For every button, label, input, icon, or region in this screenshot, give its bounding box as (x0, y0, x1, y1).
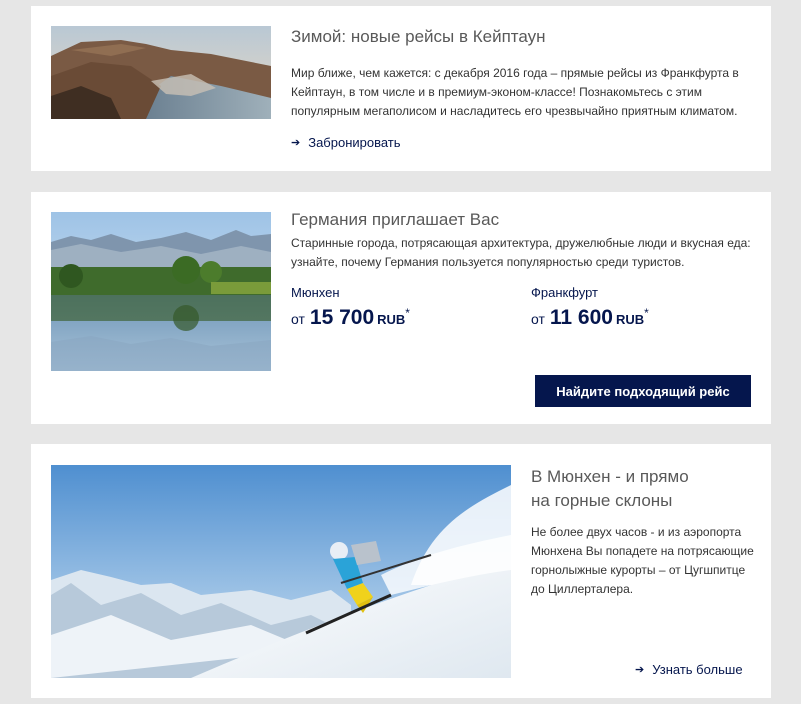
book-link-label: Забронировать (308, 135, 401, 150)
offer-price: от 15 700 RUB* (291, 306, 410, 330)
munich-title-line1: В Мюнхен - и прямо (531, 467, 689, 486)
germany-card: Германия приглашает Вас Старинные города… (31, 192, 771, 424)
skier-image[interactable] (51, 465, 511, 678)
germany-description: Старинные города, потрясающая архитектур… (291, 236, 751, 269)
offer-from-label: от (531, 311, 545, 327)
capetown-description: Мир ближе, чем кажется: с декабря 2016 г… (291, 66, 739, 118)
offer-city-name: Франкфурт (531, 285, 599, 300)
capetown-title: Зимой: новые рейсы в Кейптаун (291, 27, 546, 46)
arrow-right-icon: ➔ (291, 137, 301, 149)
munich-title-line2: на горные склоны (531, 491, 673, 510)
arrow-right-icon: ➔ (635, 664, 645, 676)
capetown-image[interactable] (51, 26, 271, 119)
offer-footnote-mark: * (405, 306, 410, 320)
offer-footnote-mark: * (644, 306, 649, 320)
offer-currency: RUB (615, 312, 645, 327)
munich-card: В Мюнхен - и прямо на горные склоны Не б… (31, 444, 771, 698)
offer-munich[interactable]: Мюнхен от 15 700 RUB* (291, 285, 410, 330)
find-flight-button[interactable]: Найдите подходящий рейс (535, 375, 751, 407)
learn-more-label: Узнать больше (652, 662, 743, 677)
capetown-card: Зимой: новые рейсы в Кейптаун Мир ближе,… (31, 6, 771, 171)
offer-from-label: от (291, 311, 305, 327)
germany-image[interactable] (51, 212, 271, 371)
book-link[interactable]: ➔ Забронировать (291, 135, 401, 150)
learn-more-link[interactable]: ➔ Узнать больше (635, 662, 743, 677)
munich-title: В Мюнхен - и прямо на горные склоны (531, 465, 689, 513)
offer-amount: 11 600 (549, 306, 613, 329)
offer-amount: 15 700 (309, 306, 375, 329)
offer-price: от 11 600 RUB* (531, 306, 649, 330)
offer-frankfurt[interactable]: Франкфурт от 11 600 RUB* (531, 285, 649, 330)
offer-city-name: Мюнхен (291, 285, 340, 300)
germany-title: Германия приглашает Вас (291, 210, 500, 229)
offer-currency: RUB (377, 312, 406, 327)
munich-description: Не более двух часов - и из аэропорта Мюн… (531, 525, 754, 596)
